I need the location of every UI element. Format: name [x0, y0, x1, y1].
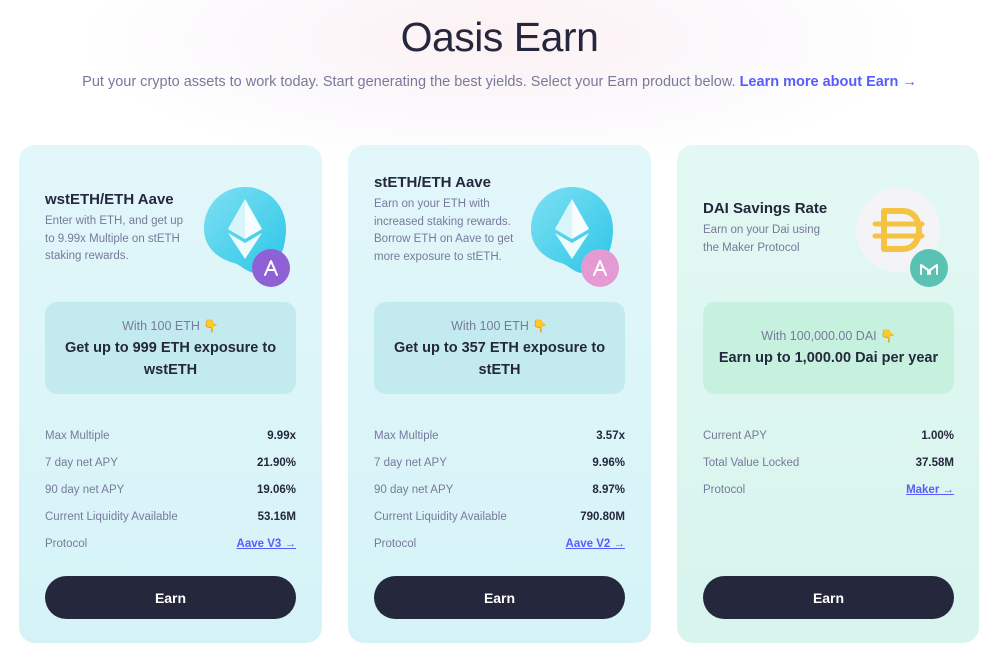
earn-button[interactable]: Earn — [703, 576, 954, 619]
aave-protocol-icon — [252, 249, 290, 287]
stats-list: Max Multiple 9.99x 7 day net APY 21.90% 90… — [45, 422, 296, 557]
stat-label: Current Liquidity Available — [374, 510, 507, 523]
learn-more-link[interactable]: Learn more about Earn → — [740, 74, 917, 90]
earn-card-steth: stETH/ETH Aave Earn on your ETH with inc… — [348, 145, 651, 643]
aave-protocol-icon — [581, 249, 619, 287]
promo-box: With 100,000.00 DAI 👇 Earn up to 1,000.0… — [703, 302, 954, 394]
card-title: DAI Savings Rate — [703, 200, 828, 217]
stat-value: 19.06% — [256, 483, 296, 496]
earn-button[interactable]: Earn — [45, 576, 296, 619]
stat-row: Total Value Locked 37.58M — [703, 449, 954, 476]
stat-value: 8.97% — [592, 483, 625, 496]
maker-protocol-icon — [910, 249, 948, 287]
stat-row: 7 day net APY 9.96% — [374, 449, 625, 476]
stat-row: 7 day net APY 21.90% — [45, 449, 296, 476]
stat-value: 790.80M — [580, 510, 625, 523]
stat-value: 37.58M — [915, 456, 954, 469]
stat-value: 21.90% — [256, 456, 296, 469]
stat-label: 90 day net APY — [374, 483, 454, 496]
stat-value: 9.99x — [267, 429, 296, 442]
stat-row: 90 day net APY 8.97% — [374, 476, 625, 503]
stat-label: 7 day net APY — [45, 456, 118, 469]
stat-label: Current Liquidity Available — [45, 510, 178, 523]
stat-row: Current Liquidity Available 53.16M — [45, 503, 296, 530]
page-title: Oasis Earn — [400, 14, 599, 60]
card-description: Earn on your ETH with increased staking … — [374, 198, 514, 263]
promo-earnings: Earn up to 1,000.00 Dai per year — [718, 350, 939, 366]
protocol-link-maker[interactable]: Maker → — [906, 484, 954, 496]
stat-row: Protocol Aave V2 → — [374, 530, 625, 557]
stat-row: Protocol Aave V3 → — [45, 530, 296, 557]
stat-value: 1.00% — [921, 429, 954, 442]
protocol-link-aave-v2[interactable]: Aave V2 → — [566, 538, 625, 550]
page-subtitle: Put your crypto assets to work today. St… — [0, 74, 999, 90]
promo-box: With 100 ETH 👇 Get up to 357 ETH exposur… — [374, 302, 625, 394]
stat-row: Max Multiple 3.57x — [374, 422, 625, 449]
stat-label: Protocol — [374, 537, 417, 550]
stats-list: Current APY 1.00% Total Value Locked 37.58… — [703, 422, 954, 503]
stat-label: Max Multiple — [374, 429, 439, 442]
card-title: wstETH/ETH Aave — [45, 191, 174, 208]
promo-amount: With 100 ETH 👇 — [451, 319, 548, 333]
stat-label: Current APY — [703, 429, 767, 442]
card-description: Enter with ETH, and get up to 9.99x Mult… — [45, 215, 184, 262]
stat-row: 90 day net APY 19.06% — [45, 476, 296, 503]
promo-amount: With 100,000.00 DAI 👇 — [761, 329, 896, 343]
earn-button[interactable]: Earn — [374, 576, 625, 619]
card-title: stETH/ETH Aave — [374, 174, 491, 191]
promo-exposure: Get up to 999 ETH exposure to wstETH — [64, 340, 277, 378]
stat-row: Current Liquidity Available 790.80M — [374, 503, 625, 530]
stat-label: Protocol — [703, 483, 746, 496]
promo-amount: With 100 ETH 👇 — [122, 319, 219, 333]
protocol-link-aave-v3[interactable]: Aave V3 → — [237, 538, 296, 550]
stat-row: Max Multiple 9.99x — [45, 422, 296, 449]
stat-value: 53.16M — [257, 510, 296, 523]
promo-box: With 100 ETH 👇 Get up to 999 ETH exposur… — [45, 302, 296, 394]
stat-label: 7 day net APY — [374, 456, 447, 469]
stats-list: Max Multiple 3.57x 7 day net APY 9.96% 90 … — [374, 422, 625, 557]
card-description: Earn on your Dai using the Maker Protoco… — [703, 224, 820, 254]
stat-label: Protocol — [45, 537, 88, 550]
earn-card-dai: DAI Savings Rate Earn on your Dai using … — [677, 145, 979, 643]
stat-value: 3.57x — [596, 429, 625, 442]
stat-row: Current APY 1.00% — [703, 422, 954, 449]
stat-label: Total Value Locked — [703, 456, 800, 469]
earn-card-wsteth: wstETH/ETH Aave Enter with ETH, and get … — [19, 145, 322, 643]
stat-label: Max Multiple — [45, 429, 110, 442]
promo-exposure: Get up to 357 ETH exposure to stETH — [393, 340, 606, 378]
stat-value: 9.96% — [592, 456, 625, 469]
stat-row: Protocol Maker → — [703, 476, 954, 503]
subtitle-text: Put your crypto assets to work today. St… — [82, 74, 736, 90]
stat-label: 90 day net APY — [45, 483, 125, 496]
